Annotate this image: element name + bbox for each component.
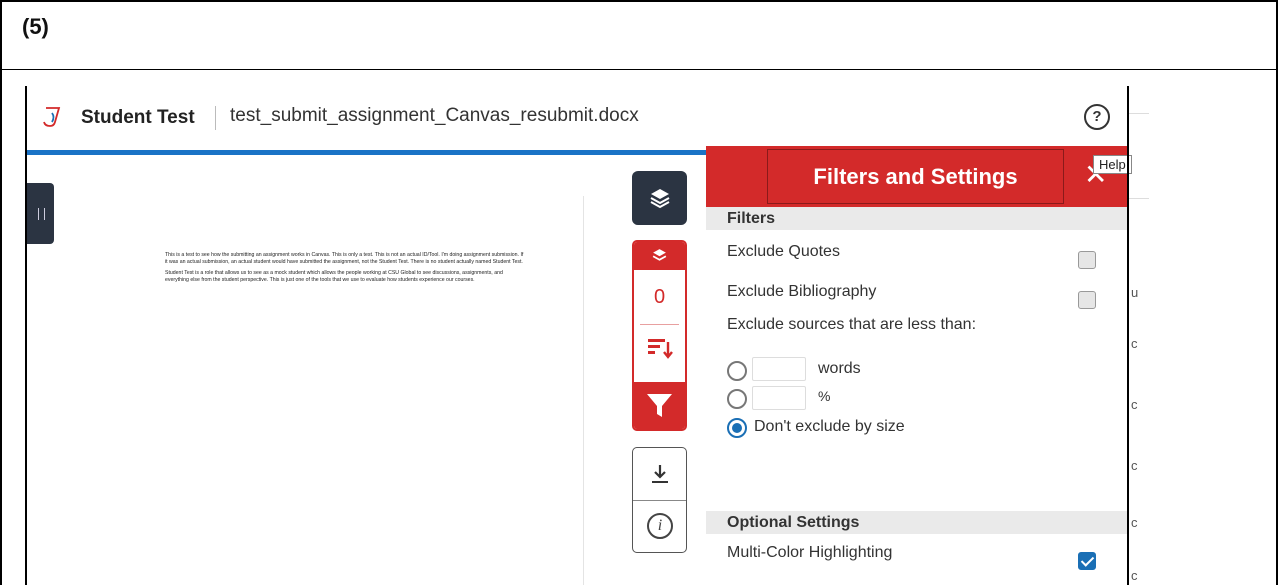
- sort-icon[interactable]: [647, 336, 673, 360]
- percent-input[interactable]: [752, 386, 806, 410]
- filter-button[interactable]: [634, 382, 685, 429]
- exclude-quotes-label: Exclude Quotes: [727, 243, 840, 260]
- background-text: c: [1131, 397, 1138, 412]
- exclude-quotes-checkbox[interactable]: [1078, 251, 1096, 269]
- side-panel-toggle[interactable]: [27, 183, 54, 244]
- panel-header: Filters and Settings ✕: [706, 146, 1127, 207]
- layers-button[interactable]: [632, 171, 687, 225]
- background-rule: [1129, 198, 1149, 199]
- optional-section-title: Optional Settings: [727, 514, 860, 531]
- help-icon[interactable]: ?: [1084, 104, 1110, 130]
- grip-icon: [38, 208, 45, 220]
- layers-icon: [650, 189, 670, 209]
- download-info-group: i: [632, 447, 687, 553]
- download-icon[interactable]: [648, 462, 672, 486]
- step-label: (5): [22, 14, 49, 39]
- exclude-words-radio[interactable]: [727, 361, 747, 381]
- rail-divider: [640, 324, 679, 325]
- header-separator: [215, 106, 216, 130]
- multicolor-checkbox[interactable]: [1078, 552, 1096, 570]
- similarity-layer-button[interactable]: [634, 242, 685, 270]
- document-paragraph-2: Student Test is a role that allows us to…: [165, 270, 503, 283]
- layers-icon: [652, 249, 667, 261]
- dont-exclude-radio[interactable]: [727, 418, 747, 438]
- background-text: u: [1131, 285, 1139, 300]
- background-text: c: [1131, 568, 1138, 583]
- match-count[interactable]: 0: [634, 286, 685, 309]
- document-divider: [583, 196, 584, 585]
- exclude-bibliography-checkbox[interactable]: [1078, 291, 1096, 309]
- window-left-border: [25, 86, 27, 585]
- exclude-bibliography-label: Exclude Bibliography: [727, 283, 877, 300]
- background-rule: [1129, 113, 1149, 114]
- student-name: Student Test: [81, 107, 195, 128]
- multicolor-label: Multi-Color Highlighting: [727, 544, 893, 561]
- filters-section-title: Filters: [727, 210, 776, 227]
- filter-icon: [647, 394, 672, 417]
- viewer-header: Student Test test_submit_assignment_Canv…: [27, 86, 1127, 150]
- help-tooltip: Help: [1093, 155, 1132, 174]
- filters-settings-panel: Filters and Settings ✕ Filters Exclude Q…: [706, 146, 1127, 585]
- percent-unit-label: %: [818, 388, 831, 404]
- document-filename: test_submit_assignment_Canvas_resubmit.d…: [230, 105, 639, 126]
- progress-bar: [27, 150, 706, 155]
- words-unit-label: words: [818, 360, 861, 377]
- frame-divider: [0, 69, 1278, 70]
- exclude-size-label: Exclude sources that are less than:: [727, 316, 977, 333]
- info-icon[interactable]: i: [647, 513, 673, 539]
- exclude-percent-radio[interactable]: [727, 389, 747, 409]
- rail-divider: [633, 500, 686, 501]
- background-text: c: [1131, 336, 1138, 351]
- background-content: u c c c c c: [1129, 86, 1278, 585]
- background-text: c: [1131, 458, 1138, 473]
- turnitin-logo-icon: [43, 107, 61, 127]
- document-paragraph-1: This is a test to see how the submitting…: [165, 252, 524, 265]
- similarity-rail: 0: [632, 240, 687, 431]
- document-page: This is a test to see how the submitting…: [165, 252, 525, 288]
- words-count-input[interactable]: [752, 357, 806, 381]
- panel-title: Filters and Settings: [813, 164, 1018, 189]
- background-text: c: [1131, 515, 1138, 530]
- dont-exclude-label: Don't exclude by size: [754, 418, 905, 435]
